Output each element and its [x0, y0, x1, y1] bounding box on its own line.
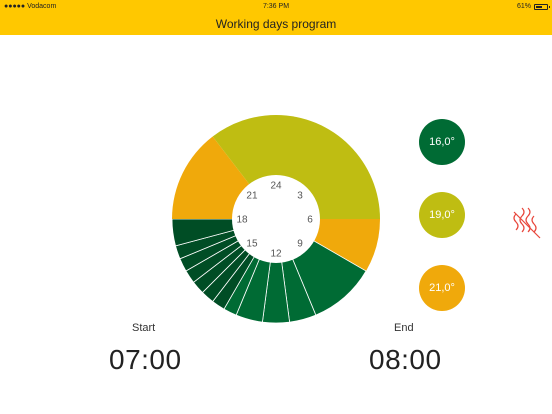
temperature-button[interactable]: 16,0°: [419, 119, 465, 165]
end-time[interactable]: 08:00: [369, 344, 442, 376]
temperature-button[interactable]: 19,0°: [419, 192, 465, 238]
hour-label: 12: [270, 249, 282, 260]
start-label: Start: [132, 322, 156, 334]
hour-label: 15: [246, 239, 258, 250]
battery-percent: 61%: [516, 3, 531, 10]
temperature-button[interactable]: 21,0°: [419, 265, 465, 311]
hour-label: 24: [270, 181, 282, 192]
schedule-dial[interactable]: 24 3 6 9 12 15 18 21: [168, 111, 384, 327]
start-time[interactable]: 07:00: [109, 344, 182, 376]
hour-label: 18: [236, 215, 248, 226]
battery-indicator: 61%: [516, 0, 550, 14]
clock-label: 7:36 PM: [262, 3, 290, 10]
hour-label: 21: [246, 190, 258, 201]
page-title: Working days program: [0, 14, 552, 35]
hour-label: 3: [297, 190, 303, 201]
hour-label: 9: [297, 239, 303, 250]
hour-label: 6: [307, 215, 313, 226]
end-label: End: [394, 322, 414, 334]
battery-icon: [534, 4, 550, 10]
heater-off-icon[interactable]: [508, 204, 548, 244]
status-bar: ●●●●● Vodacom 7:36 PM 61%: [0, 0, 552, 14]
